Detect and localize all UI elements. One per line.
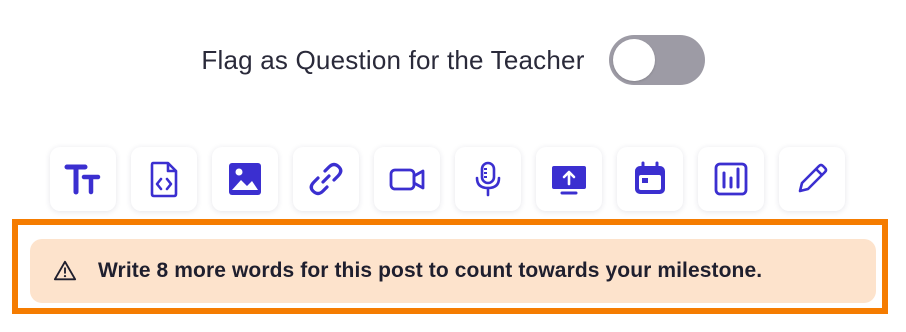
flag-question-label: Flag as Question for the Teacher [201, 44, 585, 75]
video-icon [389, 168, 425, 191]
flag-question-row: Flag as Question for the Teacher [0, 34, 906, 86]
screen-share-button[interactable] [536, 147, 602, 211]
microphone-button[interactable] [455, 147, 521, 211]
image-button[interactable] [212, 147, 278, 211]
text-format-icon [64, 164, 101, 195]
link-icon [309, 162, 343, 196]
link-button[interactable] [293, 147, 359, 211]
post-options-panel: Flag as Question for the Teacher Write 8… [0, 0, 906, 332]
calendar-button[interactable] [617, 147, 683, 211]
microphone-icon [475, 161, 501, 197]
pencil-button[interactable] [779, 147, 845, 211]
poll-chart-icon [714, 162, 748, 196]
flag-question-toggle[interactable] [608, 35, 705, 85]
video-button[interactable] [374, 147, 440, 211]
milestone-notice: Write 8 more words for this post to coun… [30, 239, 876, 303]
attachment-toolbar [50, 147, 845, 211]
toggle-knob [612, 39, 655, 81]
poll-chart-button[interactable] [698, 147, 764, 211]
code-file-icon [150, 161, 178, 198]
calendar-icon [635, 161, 665, 194]
milestone-notice-text: Write 8 more words for this post to coun… [98, 259, 763, 282]
code-file-button[interactable] [131, 147, 197, 211]
screen-share-icon [552, 166, 586, 195]
text-format-button[interactable] [50, 147, 116, 211]
warning-icon [52, 258, 78, 284]
pencil-icon [798, 163, 828, 193]
image-icon [229, 163, 261, 195]
